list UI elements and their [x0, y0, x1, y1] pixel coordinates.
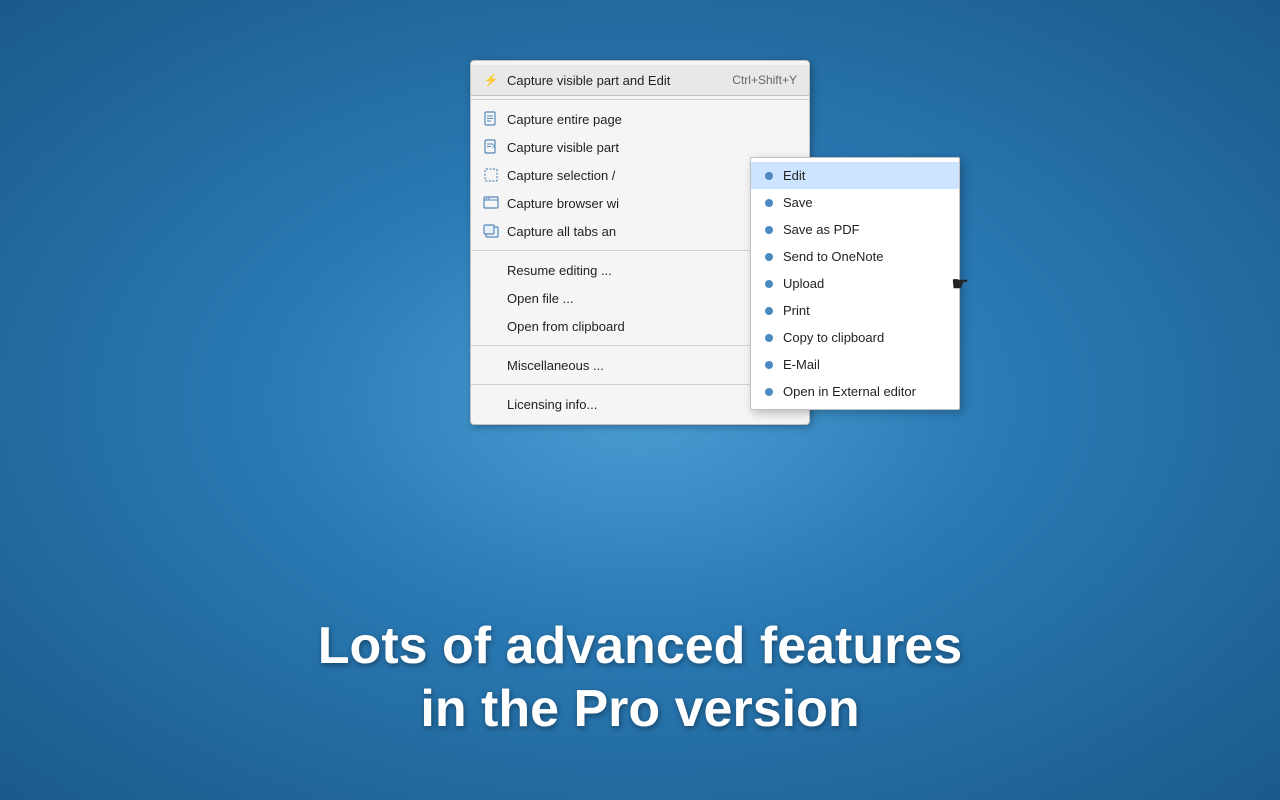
submenu-save-pdf-label: Save as PDF — [783, 222, 860, 237]
bullet-icon — [765, 307, 773, 315]
miscellaneous-label: Miscellaneous ... — [507, 358, 604, 373]
open-clipboard-label: Open from clipboard — [507, 319, 625, 334]
submenu-edit-item[interactable]: Edit ☛ — [751, 162, 959, 189]
resume-editing-label: Resume editing ... — [507, 263, 612, 278]
submenu-save-label: Save — [783, 195, 813, 210]
resume-icon — [483, 262, 499, 278]
menu-area: Capture visible part and Edit Ctrl+Shift… — [470, 60, 810, 425]
capture-visible-edit-shortcut: Ctrl+Shift+Y — [732, 73, 797, 87]
capture-entire-page-item[interactable]: Capture entire page — [471, 105, 809, 133]
open-file-label: Open file ... — [507, 291, 573, 306]
capture-all-tabs-label: Capture all tabs an — [507, 224, 616, 239]
capture-visible-edit-item[interactable]: Capture visible part and Edit Ctrl+Shift… — [471, 65, 809, 96]
page-arrow-icon — [483, 139, 499, 155]
submenu-edit-label: Edit — [783, 168, 805, 183]
tagline-line2: in the Pro version — [40, 678, 1240, 740]
submenu-external-editor-label: Open in External editor — [783, 384, 916, 399]
licensing-icon — [483, 396, 499, 412]
bullet-icon — [765, 334, 773, 342]
submenu-clipboard-label: Copy to clipboard — [783, 330, 884, 345]
open-clipboard-icon — [483, 318, 499, 334]
submenu-email-item[interactable]: E-Mail — [751, 351, 959, 378]
bullet-icon — [765, 388, 773, 396]
bolt-icon — [483, 72, 499, 88]
page-icon — [483, 111, 499, 127]
submenu-upload-item[interactable]: Upload — [751, 270, 959, 297]
tagline: Lots of advanced features in the Pro ver… — [0, 615, 1280, 740]
submenu: Edit ☛ Save Save as PDF Send to OneNote … — [750, 157, 960, 410]
submenu-onenote-label: Send to OneNote — [783, 249, 883, 264]
capture-browser-label: Capture browser wi — [507, 196, 619, 211]
bullet-icon — [765, 226, 773, 234]
capture-entire-page-label: Capture entire page — [507, 112, 622, 127]
open-file-icon — [483, 290, 499, 306]
bullet-icon — [765, 199, 773, 207]
submenu-clipboard-item[interactable]: Copy to clipboard — [751, 324, 959, 351]
submenu-save-pdf-item[interactable]: Save as PDF — [751, 216, 959, 243]
submenu-print-label: Print — [783, 303, 810, 318]
submenu-external-editor-item[interactable]: Open in External editor — [751, 378, 959, 405]
bullet-icon — [765, 361, 773, 369]
capture-visible-part-label: Capture visible part — [507, 140, 619, 155]
tabs-icon — [483, 223, 499, 239]
capture-selection-label: Capture selection / — [507, 168, 615, 183]
submenu-upload-label: Upload — [783, 276, 824, 291]
misc-icon — [483, 357, 499, 373]
bullet-icon — [765, 280, 773, 288]
browser-icon — [483, 195, 499, 211]
divider-1 — [471, 99, 809, 100]
submenu-onenote-item[interactable]: Send to OneNote — [751, 243, 959, 270]
submenu-save-item[interactable]: Save — [751, 189, 959, 216]
submenu-email-label: E-Mail — [783, 357, 820, 372]
tagline-line1: Lots of advanced features — [40, 615, 1240, 677]
bullet-icon — [765, 253, 773, 261]
submenu-print-item[interactable]: Print — [751, 297, 959, 324]
licensing-label: Licensing info... — [507, 397, 597, 412]
selection-icon — [483, 167, 499, 183]
bullet-icon — [765, 172, 773, 180]
capture-visible-edit-label: Capture visible part and Edit — [507, 73, 670, 88]
